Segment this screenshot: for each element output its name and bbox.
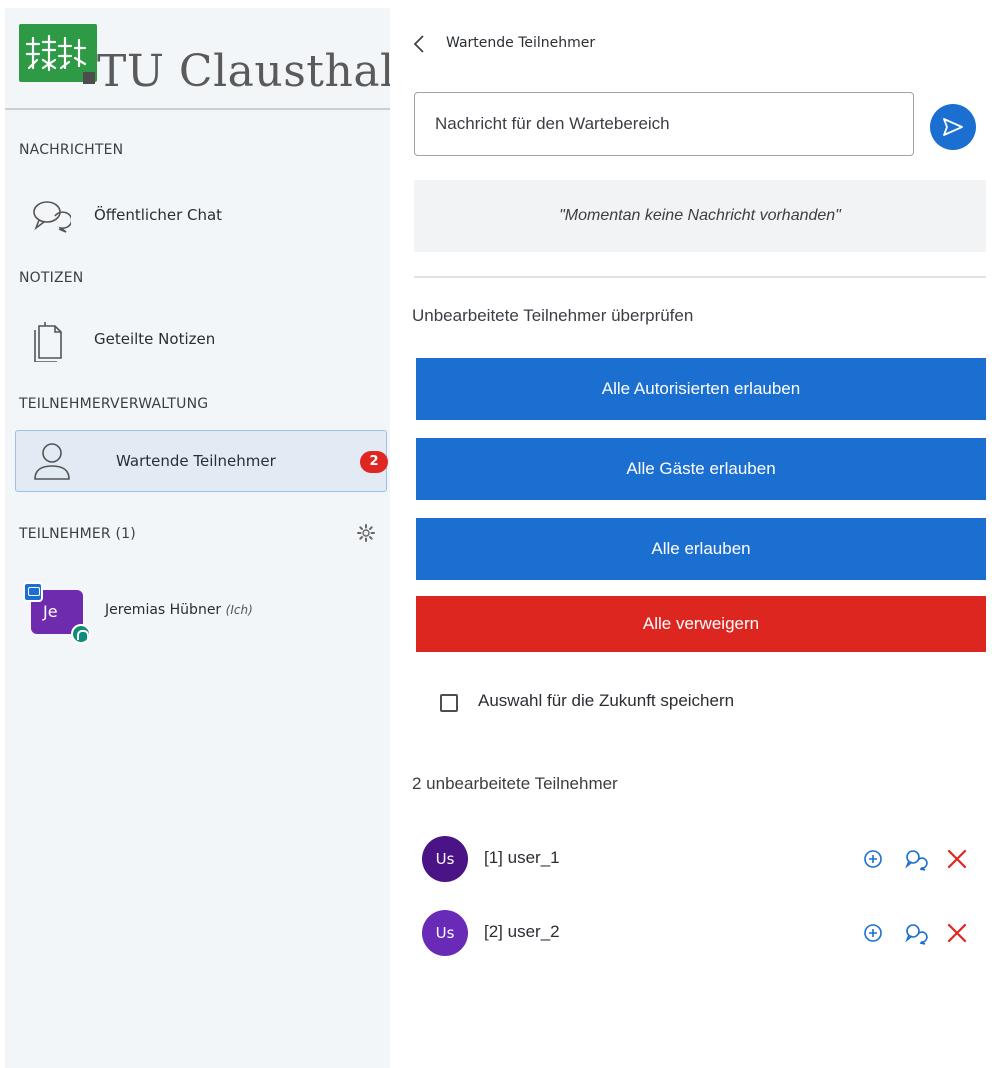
deny-x-icon[interactable] bbox=[946, 848, 968, 874]
sidebar-item-label: Öffentlicher Chat bbox=[94, 206, 223, 224]
document-icon bbox=[31, 322, 67, 366]
section-heading-messages: NACHRICHTEN bbox=[19, 142, 124, 158]
pending-count: 2 unbearbeitete Teilnehmer bbox=[412, 774, 618, 793]
no-message-notice: "Momentan keine Nachricht vorhanden" bbox=[414, 180, 986, 252]
sidebar-item-label: Wartende Teilnehmer bbox=[116, 452, 276, 470]
private-chat-icon[interactable] bbox=[904, 922, 928, 950]
logo-header: TU Clausthal bbox=[5, 8, 394, 110]
allow-guests-button[interactable]: Alle Gäste erlauben bbox=[416, 438, 986, 500]
section-heading-notes: NOTIZEN bbox=[19, 270, 84, 286]
remember-checkbox[interactable] bbox=[440, 694, 458, 712]
section-heading-management: TEILNEHMERVERWALTUNG bbox=[19, 396, 209, 412]
accept-plus-icon[interactable] bbox=[862, 922, 884, 948]
send-message-button[interactable] bbox=[930, 104, 976, 150]
avatar: Us bbox=[422, 836, 468, 882]
headphones-icon bbox=[71, 624, 91, 644]
section-heading-participants: TEILNEHMER (1) bbox=[19, 526, 136, 542]
participant-item[interactable]: Je Jeremias Hübner (Ich) bbox=[23, 582, 383, 644]
participant-name-text: Jeremias Hübner bbox=[105, 602, 222, 618]
pending-user-row: Us [2] user_2 bbox=[422, 910, 988, 960]
presenter-icon bbox=[23, 582, 43, 602]
sidebar: TU Clausthal NACHRICHTEN Öffentlicher Ch… bbox=[5, 8, 394, 1068]
chevron-left-icon bbox=[412, 34, 426, 58]
logo-dot bbox=[83, 72, 95, 84]
sidebar-item-label: Geteilte Notizen bbox=[94, 330, 216, 348]
sidebar-item-public-chat[interactable]: Öffentlicher Chat bbox=[19, 190, 389, 240]
pending-user-name: [1] user_1 bbox=[484, 848, 560, 867]
user-icon bbox=[32, 441, 72, 485]
chat-icon bbox=[31, 198, 73, 238]
waiting-users-panel: Wartende Teilnehmer "Momentan keine Nach… bbox=[390, 0, 992, 1068]
avatar: Us bbox=[422, 910, 468, 956]
divider bbox=[414, 276, 986, 278]
waiting-count-badge: 2 bbox=[360, 451, 388, 473]
private-chat-icon[interactable] bbox=[904, 848, 928, 876]
pending-user-name: [2] user_2 bbox=[484, 922, 560, 941]
waiting-message-input[interactable] bbox=[414, 92, 914, 156]
deny-all-button[interactable]: Alle verweigern bbox=[416, 596, 986, 652]
pending-user-row: Us [1] user_1 bbox=[422, 836, 988, 886]
self-tag: (Ich) bbox=[225, 603, 253, 617]
deny-x-icon[interactable] bbox=[946, 922, 968, 948]
panel-title: Wartende Teilnehmer bbox=[446, 35, 596, 51]
review-label: Unbearbeitete Teilnehmer überprüfen bbox=[412, 306, 694, 325]
remember-label: Auswahl für die Zukunft speichern bbox=[478, 691, 735, 710]
gear-icon[interactable] bbox=[357, 524, 375, 546]
sidebar-item-waiting-participants[interactable]: Wartende Teilnehmer 2 bbox=[15, 430, 388, 492]
participant-name: Jeremias Hübner (Ich) bbox=[105, 602, 253, 618]
allow-all-button[interactable]: Alle erlauben bbox=[416, 518, 986, 580]
accept-plus-icon[interactable] bbox=[862, 848, 884, 874]
sidebar-item-shared-notes[interactable]: Geteilte Notizen bbox=[19, 314, 389, 364]
brand-name: TU Clausthal bbox=[97, 46, 395, 97]
allow-authorized-button[interactable]: Alle Autorisierten erlauben bbox=[416, 358, 986, 420]
